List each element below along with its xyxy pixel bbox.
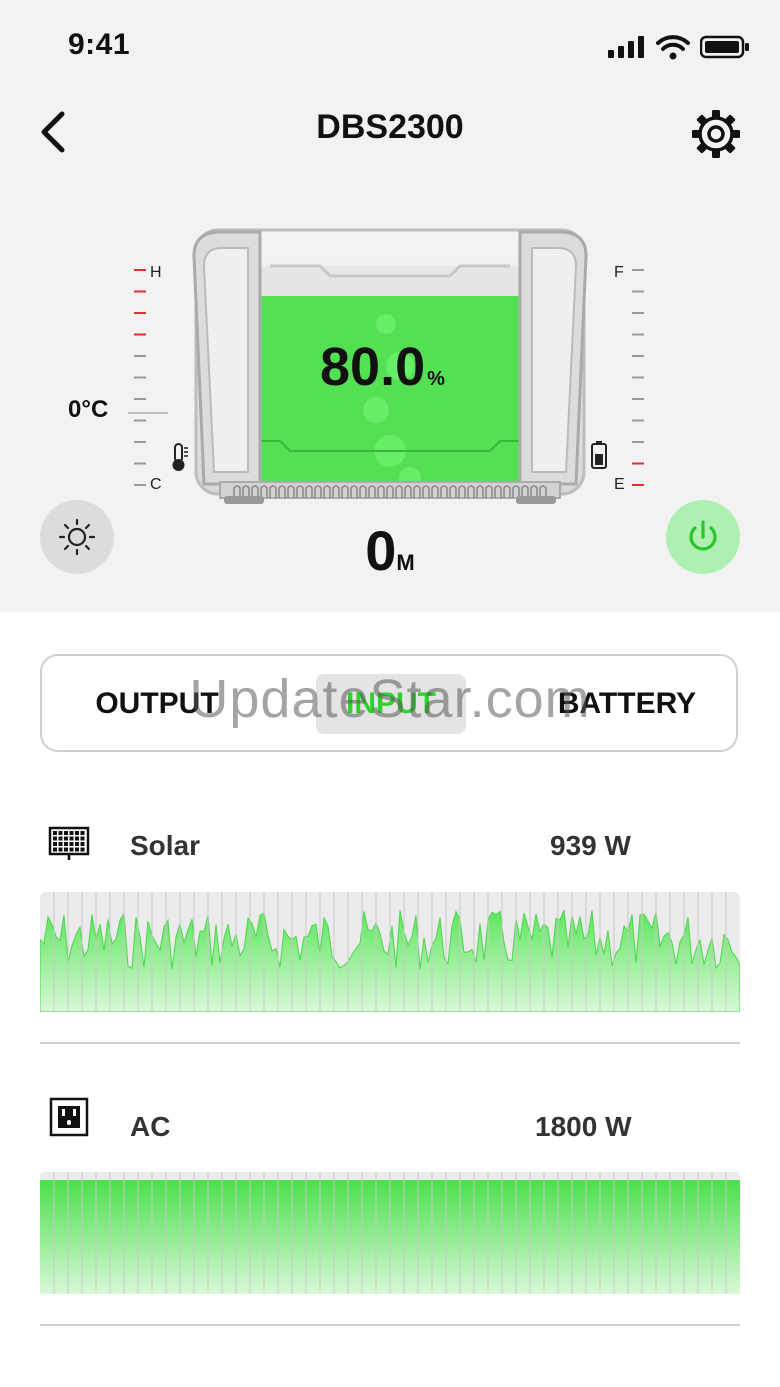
page-title: DBS2300 (316, 108, 464, 146)
temperature-reading: 0°C (68, 396, 109, 423)
cellular-signal-icon (608, 36, 644, 58)
battery-percentage: 80.0% (320, 336, 445, 398)
battery-percent-value: 80.0 (320, 337, 426, 397)
remaining-time-value: 0 (365, 519, 397, 582)
remaining-time: 0M (0, 518, 780, 583)
ac-label: AC (130, 1111, 171, 1142)
tab-output[interactable]: OUTPUT (82, 674, 232, 734)
settings-button[interactable] (690, 108, 742, 160)
charge-full-label: F (614, 264, 624, 281)
charge-empty-label: E (614, 476, 625, 493)
temp-high-label: H (150, 264, 162, 281)
gear-icon (692, 110, 740, 158)
charge-gauge (632, 269, 644, 486)
solar-power-chart (40, 892, 740, 1012)
ac-outlet-icon (49, 1097, 89, 1137)
ac-power-chart (40, 1172, 740, 1294)
temp-low-label: C (150, 476, 162, 493)
input-output-tabs: OUTPUT INPUT BATTERY (40, 654, 738, 752)
solar-power-value: 939 W (550, 830, 631, 861)
wifi-icon (656, 35, 690, 60)
ac-power-value: 1800 W (535, 1111, 632, 1142)
tab-input[interactable]: INPUT (316, 674, 466, 734)
divider (40, 1324, 740, 1326)
remaining-time-unit: M (396, 550, 415, 575)
divider (40, 1042, 740, 1044)
battery-level-icon (591, 441, 607, 469)
status-icons (608, 34, 750, 60)
solar-label: Solar (130, 830, 201, 861)
solar-panel-icon (48, 826, 90, 860)
battery-percent-unit: % (427, 368, 445, 390)
status-time: 9:41 (68, 28, 131, 61)
tab-battery[interactable]: BATTERY (542, 674, 712, 734)
thermometer-icon (172, 443, 188, 471)
battery-status-icon (700, 35, 749, 59)
